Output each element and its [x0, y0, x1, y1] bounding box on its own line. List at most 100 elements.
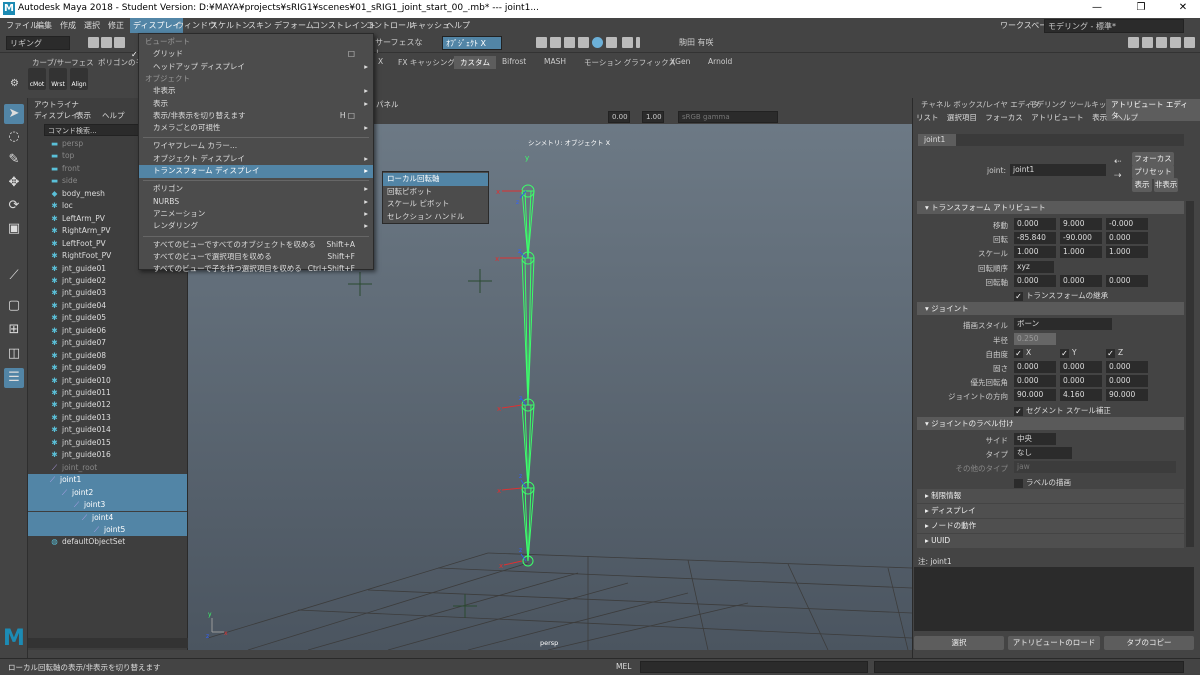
- display-menu-item[interactable]: レンダリング ▸: [139, 220, 373, 233]
- display-menu-item[interactable]: すべてのビューですべてのオブジェクトを収める Shift+A: [139, 239, 373, 252]
- lasso-tool-icon[interactable]: ◌: [4, 127, 24, 147]
- character-controls-icon[interactable]: [1142, 37, 1153, 48]
- shelf-settings-icon[interactable]: ⚙: [10, 78, 19, 89]
- joint-orient-x[interactable]: 90.000: [1014, 389, 1056, 401]
- section-uuid[interactable]: ▸ UUID: [917, 534, 1184, 548]
- four-view-icon[interactable]: ⊞: [4, 320, 24, 340]
- display-menu-item[interactable]: 表示 ▸: [139, 98, 373, 111]
- outliner-item[interactable]: ✱ jnt_guide07: [28, 337, 187, 349]
- display-menu-item[interactable]: すべてのビューで選択項目を収める Shift+F: [139, 251, 373, 264]
- ipr-icon[interactable]: [550, 37, 561, 48]
- render-settings-icon[interactable]: [564, 37, 575, 48]
- two-view-icon[interactable]: ◫: [4, 344, 24, 364]
- tool-settings-icon[interactable]: [1170, 37, 1181, 48]
- attr-menu-help[interactable]: ヘルプ: [1115, 113, 1138, 122]
- attribute-editor-icon[interactable]: [1156, 37, 1167, 48]
- shelf-button-cmot[interactable]: cMot: [28, 68, 46, 90]
- outliner-item[interactable]: ✱ jnt_guide09: [28, 362, 187, 374]
- modeling-toolkit-icon[interactable]: [1128, 37, 1139, 48]
- section-limit-info[interactable]: ▸ 制限情報: [917, 489, 1184, 503]
- attr-menu-selected[interactable]: 選択項目: [947, 113, 977, 122]
- shelf-button-wrst[interactable]: Wrst: [49, 68, 67, 90]
- scale-x-field[interactable]: 1.000: [1014, 246, 1056, 258]
- preset-arrow-icon[interactable]: ⇢: [1114, 171, 1122, 181]
- snapshot-icon[interactable]: [606, 37, 617, 48]
- close-button[interactable]: ✕: [1172, 2, 1194, 16]
- draw-style-dropdown[interactable]: ボーン: [1014, 318, 1112, 330]
- channel-box-icon[interactable]: [1184, 37, 1195, 48]
- menu-create[interactable]: 作成: [60, 20, 76, 31]
- outliner-item[interactable]: ✱ jnt_guide014: [28, 424, 187, 436]
- focus-button[interactable]: フォーカス: [1132, 152, 1174, 166]
- menu-skin[interactable]: スキン: [248, 20, 272, 31]
- gamma-field[interactable]: 1.00: [642, 111, 664, 123]
- display-menu-item[interactable]: ヘッドアップ ディスプレイ ▸: [139, 61, 373, 74]
- copy-tab-button[interactable]: タブのコピー: [1104, 636, 1194, 650]
- stiffness-z[interactable]: 0.000: [1106, 361, 1148, 373]
- select-tool-icon[interactable]: ➤: [4, 104, 24, 124]
- section-transform-attributes[interactable]: ▾ トランスフォーム アトリビュート: [917, 201, 1184, 214]
- translate-x-field[interactable]: 0.000: [1014, 218, 1056, 230]
- stiffness-y[interactable]: 0.000: [1060, 361, 1102, 373]
- move-tool-icon[interactable]: ✥: [4, 173, 24, 193]
- user-account[interactable]: 駒田 有咲: [676, 36, 748, 50]
- new-scene-icon[interactable]: [88, 37, 99, 48]
- outliner-item[interactable]: ✱ jnt_guide016: [28, 449, 187, 461]
- menu-cache[interactable]: キャッシュ: [410, 20, 450, 31]
- rotate-x-field[interactable]: -85.840: [1014, 232, 1056, 244]
- outliner-item[interactable]: ◍ defaultObjectSet: [28, 536, 187, 548]
- radius-field[interactable]: 0.250: [1014, 333, 1056, 345]
- shelf-tab-fx-caching[interactable]: FX キャッシング: [392, 56, 461, 69]
- render-icon[interactable]: [536, 37, 547, 48]
- outliner-menu-show[interactable]: 表示: [76, 110, 91, 121]
- shelf-tab-xgen[interactable]: XGen: [664, 56, 696, 67]
- outliner-item[interactable]: ✱ jnt_guide08: [28, 350, 187, 362]
- attr-menu-list[interactable]: リスト: [916, 113, 939, 122]
- focus-arrow-icon[interactable]: ⇠: [1114, 157, 1122, 167]
- outliner-menu-display[interactable]: ディスプレイ: [34, 110, 78, 121]
- outliner-item[interactable]: ⟋ joint3: [28, 499, 187, 512]
- rotate-axis-y[interactable]: 0.000: [1060, 275, 1102, 287]
- section-joint[interactable]: ▾ ジョイント: [917, 302, 1184, 315]
- shelf-tab-arnold[interactable]: Arnold: [702, 56, 738, 67]
- mel-label[interactable]: MEL: [616, 662, 631, 671]
- mode-dropdown[interactable]: リギング: [6, 36, 70, 50]
- preferred-angle-y[interactable]: 0.000: [1060, 375, 1102, 387]
- display-menu-item[interactable]: NURBS ▸: [139, 196, 373, 209]
- rotate-axis-z[interactable]: 0.000: [1106, 275, 1148, 287]
- display-menu-item[interactable]: カメラごとの可視性 ▸: [139, 122, 373, 135]
- notes-textarea[interactable]: [914, 567, 1194, 631]
- outliner-item[interactable]: ✱ jnt_guide015: [28, 437, 187, 449]
- other-type-field[interactable]: jaw: [1014, 461, 1176, 473]
- shelf-tab-x[interactable]: X: [372, 56, 389, 67]
- section-display[interactable]: ▸ ディスプレイ: [917, 504, 1184, 518]
- load-attributes-button[interactable]: アトリビュートのロード: [1008, 636, 1100, 650]
- scale-y-field[interactable]: 1.000: [1060, 246, 1102, 258]
- outliner-item[interactable]: ✱ jnt_guide013: [28, 412, 187, 424]
- preferred-angle-x[interactable]: 0.000: [1014, 375, 1056, 387]
- dof-x-checkbox[interactable]: ✓ X: [1014, 348, 1031, 358]
- display-menu-item[interactable]: アニメーション ▸: [139, 208, 373, 221]
- translate-y-field[interactable]: 9.000: [1060, 218, 1102, 230]
- outliner-item[interactable]: ⟋ joint2: [28, 486, 187, 499]
- type-dropdown[interactable]: なし: [1014, 447, 1072, 459]
- workspace-dropdown[interactable]: モデリング - 標準*: [1044, 19, 1184, 33]
- display-menu-item[interactable]: グリッド □: [139, 48, 373, 61]
- minimize-button[interactable]: —: [1086, 2, 1108, 16]
- attr-menu-attributes[interactable]: アトリビュート: [1031, 113, 1084, 122]
- camera-icon[interactable]: [622, 37, 633, 48]
- translate-z-field[interactable]: -0.000: [1106, 218, 1148, 230]
- joint-orient-z[interactable]: 90.000: [1106, 389, 1148, 401]
- shelf-tab-mash[interactable]: MASH: [538, 56, 572, 67]
- menu-edit[interactable]: 編集: [36, 20, 52, 31]
- scale-z-field[interactable]: 1.000: [1106, 246, 1148, 258]
- stiffness-x[interactable]: 0.000: [1014, 361, 1056, 373]
- render-view-icon[interactable]: [592, 37, 603, 48]
- menu-select[interactable]: 選択: [84, 20, 100, 31]
- display-menu-item[interactable]: 表示/非表示を切り替えます H □: [139, 110, 373, 123]
- select-button[interactable]: 選択: [914, 636, 1004, 650]
- section-joint-labelling[interactable]: ▾ ジョイントのラベル付け: [917, 417, 1184, 430]
- rotate-tool-icon[interactable]: ⟳: [4, 196, 24, 216]
- rotate-z-field[interactable]: 0.000: [1106, 232, 1148, 244]
- inherit-transform-checkbox[interactable]: ✓ トランスフォームの継承: [1014, 290, 1108, 301]
